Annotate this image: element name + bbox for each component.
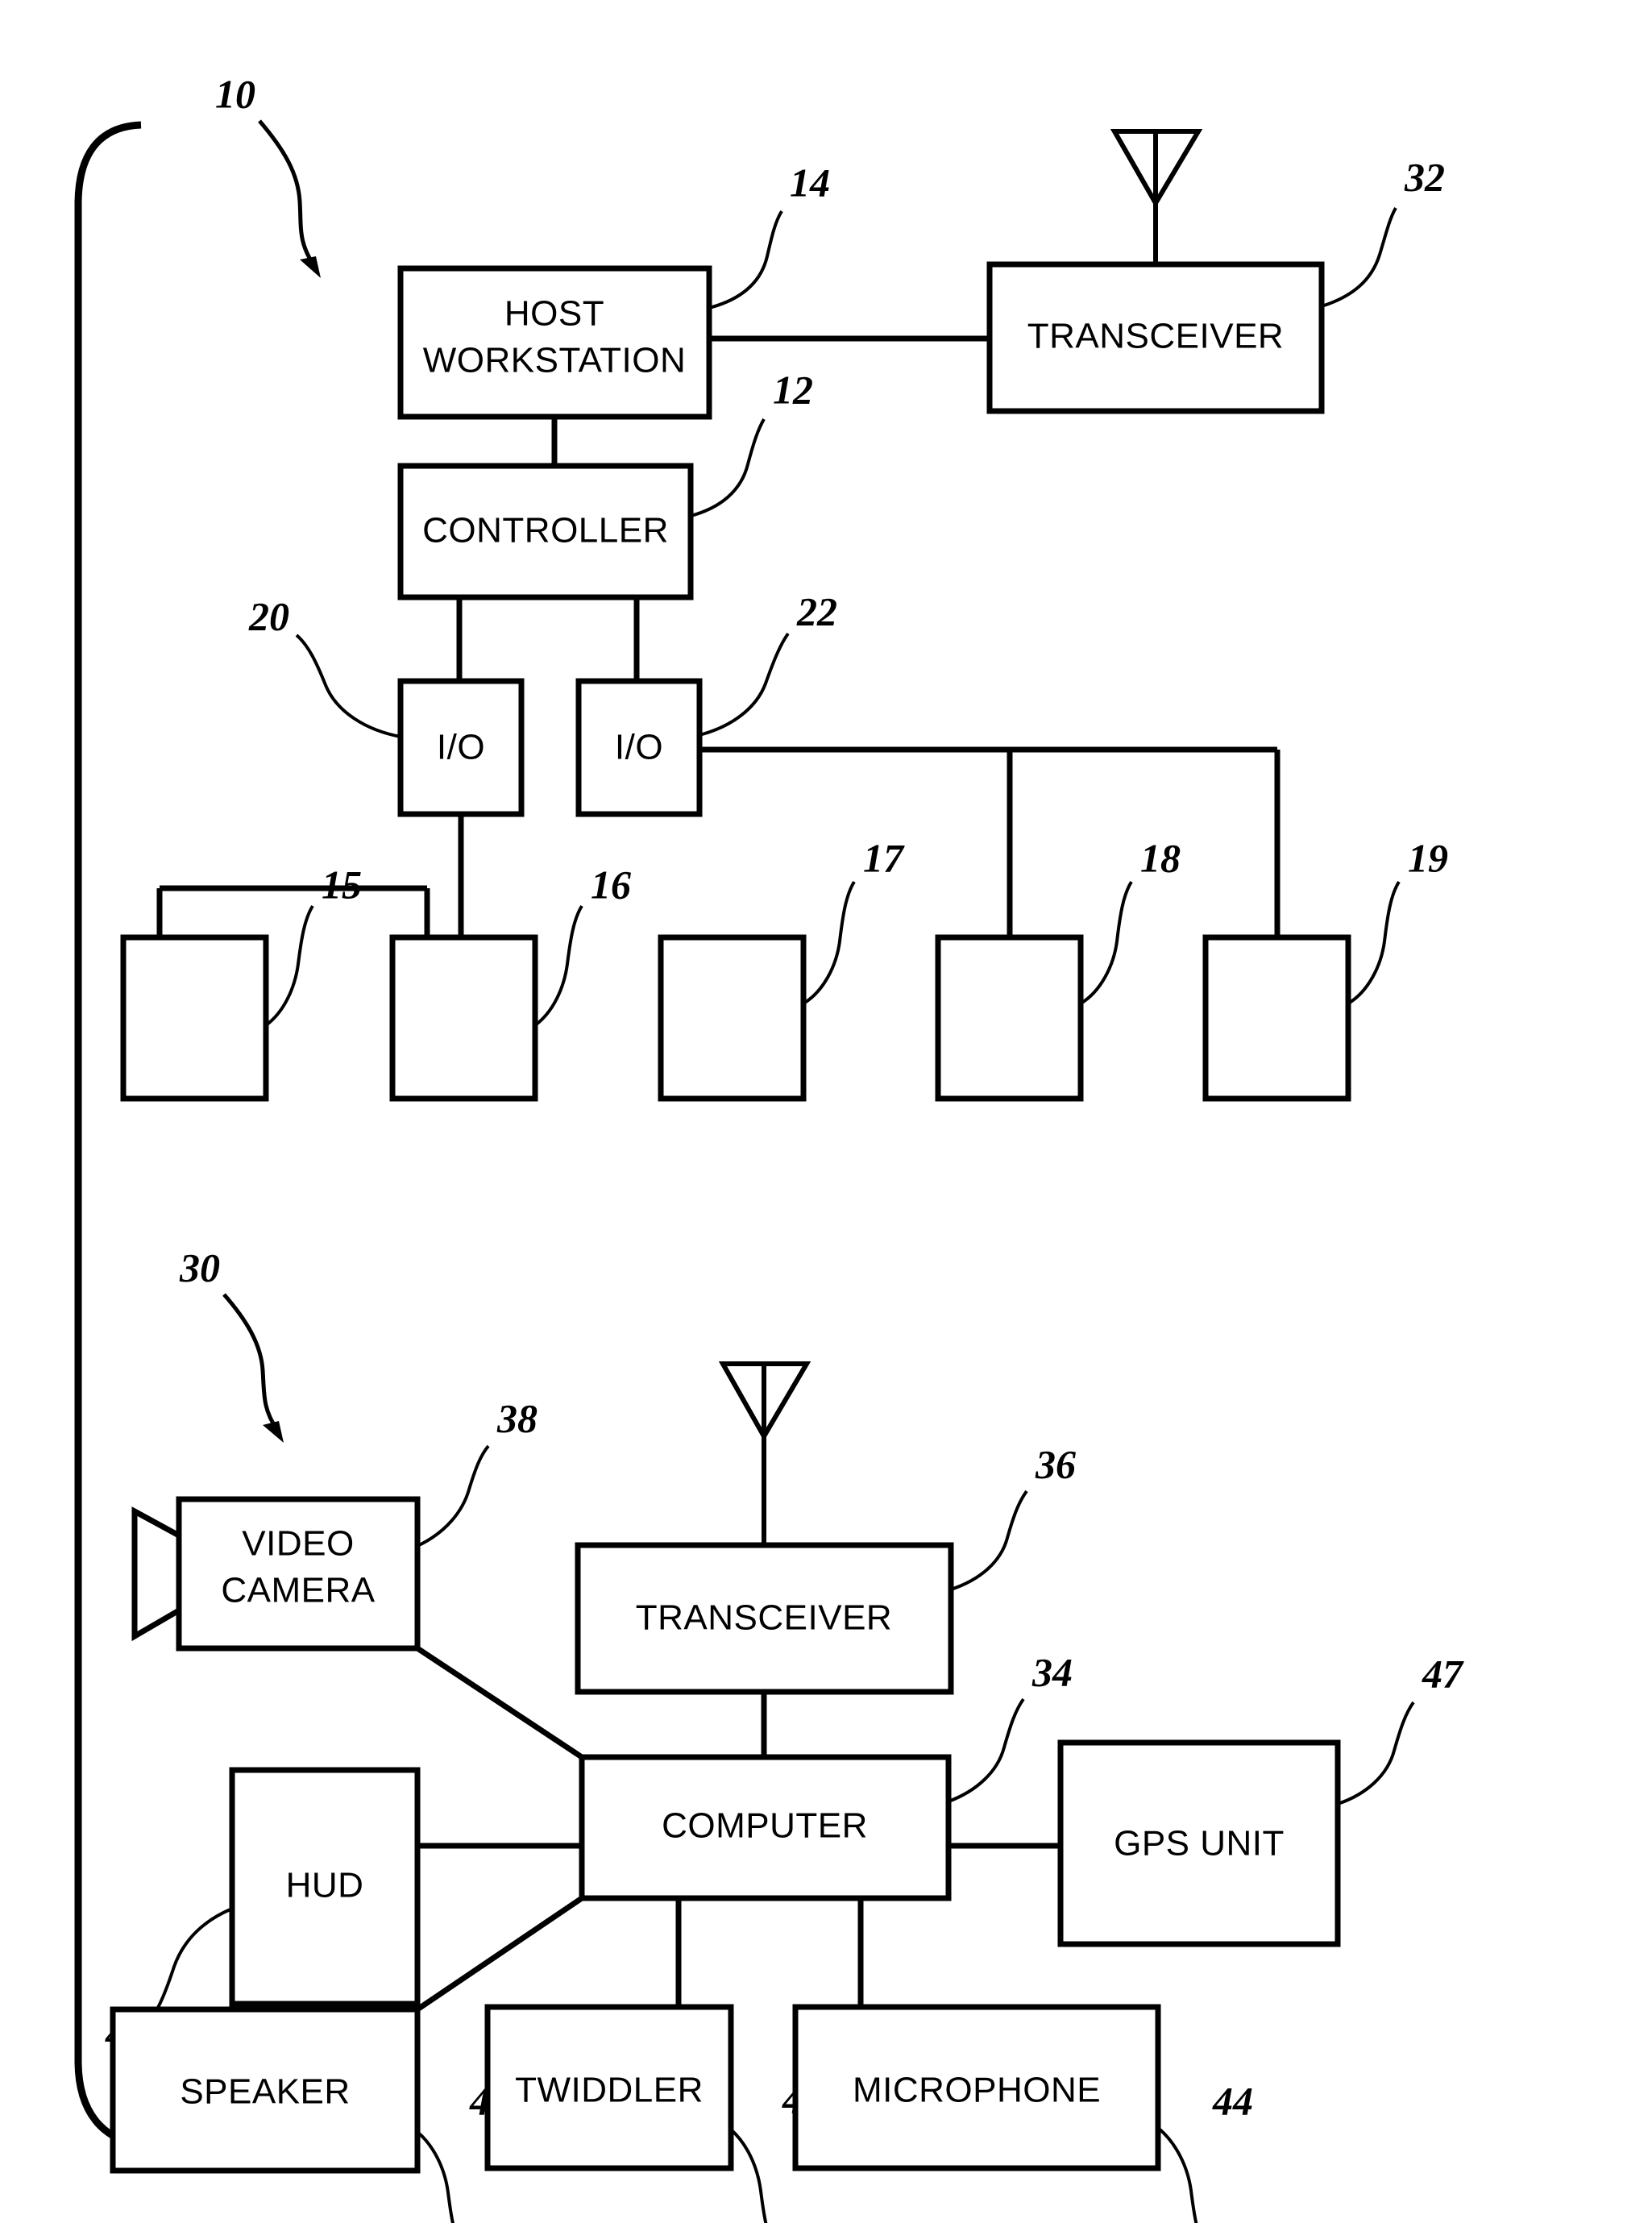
ref-10-arrowhead bbox=[300, 256, 321, 278]
host-workstation-label-line1: HOST bbox=[504, 294, 604, 334]
ref-42-leader bbox=[416, 2130, 455, 2223]
reference-number-38: 38 bbox=[496, 1395, 538, 1440]
hud-label: HUD bbox=[286, 1866, 364, 1905]
ref-30-leader-arrow bbox=[222, 1293, 280, 1431]
reference-number-15: 15 bbox=[322, 862, 362, 907]
transceiver-bottom-label: TRANSCEIVER bbox=[636, 1598, 892, 1638]
reference-number-17: 17 bbox=[863, 835, 905, 880]
ref-47-leader bbox=[1337, 1701, 1415, 1805]
ref-10-leader-arrow bbox=[258, 119, 317, 268]
ref-44-leader bbox=[1156, 2126, 1198, 2223]
reference-number-32: 32 bbox=[1404, 154, 1445, 199]
ref-20-leader bbox=[295, 634, 401, 738]
ref-18-leader bbox=[1079, 880, 1133, 1005]
antenna-icon bbox=[1110, 129, 1203, 264]
reference-number-44: 44 bbox=[1212, 2078, 1253, 2123]
unit-16-box[interactable] bbox=[389, 934, 538, 1102]
controller-label: CONTROLLER bbox=[422, 511, 669, 551]
ref-12-leader bbox=[690, 418, 766, 517]
reference-number-47: 47 bbox=[1422, 1651, 1464, 1696]
host-workstation-label-line2: WORKSTATION bbox=[423, 341, 687, 380]
speaker-label: SPEAKER bbox=[180, 2072, 350, 2112]
ref-36-leader bbox=[950, 1490, 1028, 1591]
camera-lens-icon bbox=[131, 1506, 182, 1642]
reference-number-19: 19 bbox=[1408, 835, 1448, 880]
ref-46-leader bbox=[729, 2128, 768, 2223]
antenna-icon bbox=[718, 1361, 811, 1545]
reference-number-12: 12 bbox=[773, 367, 813, 412]
reference-number-36: 36 bbox=[1035, 1441, 1076, 1486]
block-diagram: 10 HOST WORKSTATION 14 TRANSCEIVER 32 CO… bbox=[74, 71, 1464, 2223]
ref-38-leader bbox=[417, 1444, 490, 1548]
reference-number-16: 16 bbox=[591, 862, 631, 907]
ref-30-arrowhead bbox=[263, 1421, 284, 1443]
reference-number-10: 10 bbox=[215, 71, 255, 116]
link-camera-computer bbox=[416, 1646, 583, 1760]
ref-19-leader bbox=[1347, 880, 1401, 1005]
reference-number-22: 22 bbox=[796, 588, 837, 634]
ref-15-leader bbox=[264, 904, 314, 1027]
unit-15-box[interactable] bbox=[120, 934, 269, 1102]
ref-14-leader bbox=[708, 210, 783, 310]
ref-16-leader bbox=[533, 904, 583, 1027]
reference-number-14: 14 bbox=[790, 160, 830, 205]
video-camera-label-line2: CAMERA bbox=[221, 1571, 375, 1610]
unit-17-box[interactable] bbox=[658, 934, 807, 1102]
ref-40-leader bbox=[150, 1907, 233, 2020]
reference-number-30: 30 bbox=[179, 1244, 220, 1290]
computer-label: COMPUTER bbox=[662, 1806, 868, 1846]
ref-17-leader bbox=[802, 880, 856, 1005]
io-left-label: I/O bbox=[437, 728, 485, 767]
link-computer-speaker bbox=[416, 1896, 583, 2012]
microphone-label: MICROPHONE bbox=[853, 2071, 1101, 2110]
reference-number-34: 34 bbox=[1031, 1649, 1073, 1694]
gps-unit-label: GPS UNIT bbox=[1114, 1824, 1285, 1864]
reference-number-20: 20 bbox=[248, 593, 289, 638]
unit-18-box[interactable] bbox=[935, 934, 1084, 1102]
video-camera-label-line1: VIDEO bbox=[242, 1524, 354, 1564]
ref-22-leader bbox=[699, 632, 790, 737]
ref-32-leader bbox=[1321, 207, 1397, 308]
io-right-label: I/O bbox=[615, 728, 663, 767]
ref-34-leader bbox=[948, 1697, 1025, 1803]
page-border-arc bbox=[74, 121, 146, 2150]
twiddler-label: TWIDDLER bbox=[515, 2071, 704, 2110]
reference-number-18: 18 bbox=[1140, 835, 1181, 880]
unit-19-box[interactable] bbox=[1202, 934, 1351, 1102]
transceiver-top-label: TRANSCEIVER bbox=[1027, 317, 1284, 356]
patent-figure-page: 10 HOST WORKSTATION 14 TRANSCEIVER 32 CO… bbox=[0, 0, 1652, 2223]
